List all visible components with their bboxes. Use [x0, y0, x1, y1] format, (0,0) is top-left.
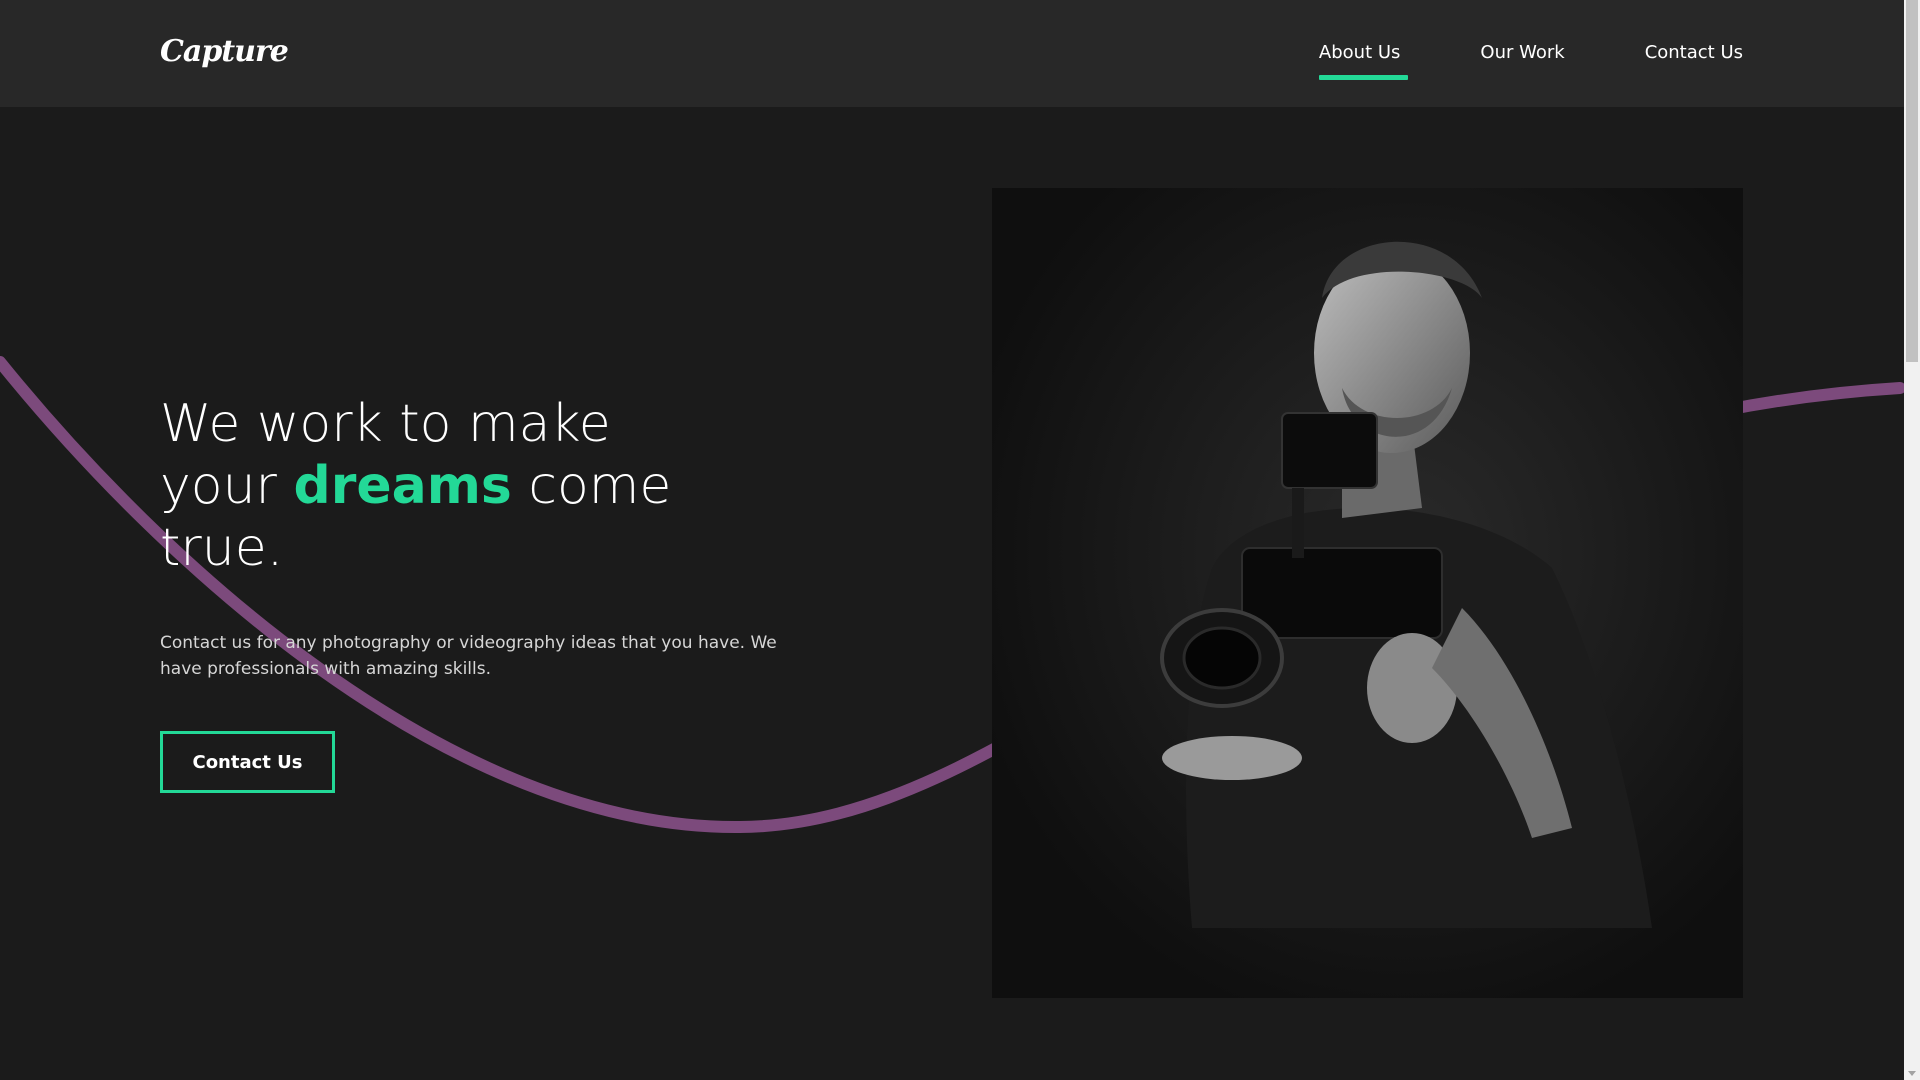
- hero-title: We work to make your dreams come true.: [160, 393, 680, 579]
- nav-our-work-label: Our Work: [1480, 42, 1565, 63]
- nav-about-us-label: About Us: [1318, 42, 1401, 63]
- site-header: Capture About Us Our Work Contact Us: [0, 0, 1904, 107]
- photographer-with-camera-image: [992, 188, 1743, 998]
- nav-our-work[interactable]: Our Work: [1480, 42, 1564, 63]
- active-nav-underline: [1318, 75, 1409, 80]
- scroll-down-icon[interactable]: [1908, 1071, 1916, 1076]
- hero-description: Contact us for any photography or videog…: [160, 633, 777, 679]
- main-nav: About Us Our Work Contact Us: [1318, 42, 1743, 80]
- page: Capture About Us Our Work Contact Us We …: [0, 0, 1920, 1080]
- contact-us-button[interactable]: Contact Us: [160, 731, 335, 793]
- scrollbar-thumb[interactable]: [1906, 0, 1918, 362]
- logo[interactable]: Capture: [160, 34, 289, 69]
- vertical-scrollbar[interactable]: [1904, 0, 1920, 1080]
- nav-about-us[interactable]: About Us: [1318, 42, 1409, 80]
- hero-photo: [992, 188, 1743, 998]
- nav-contact-us[interactable]: Contact Us: [1645, 42, 1743, 63]
- nav-contact-us-label: Contact Us: [1644, 42, 1743, 63]
- hero-title-accent: dreams: [293, 456, 512, 516]
